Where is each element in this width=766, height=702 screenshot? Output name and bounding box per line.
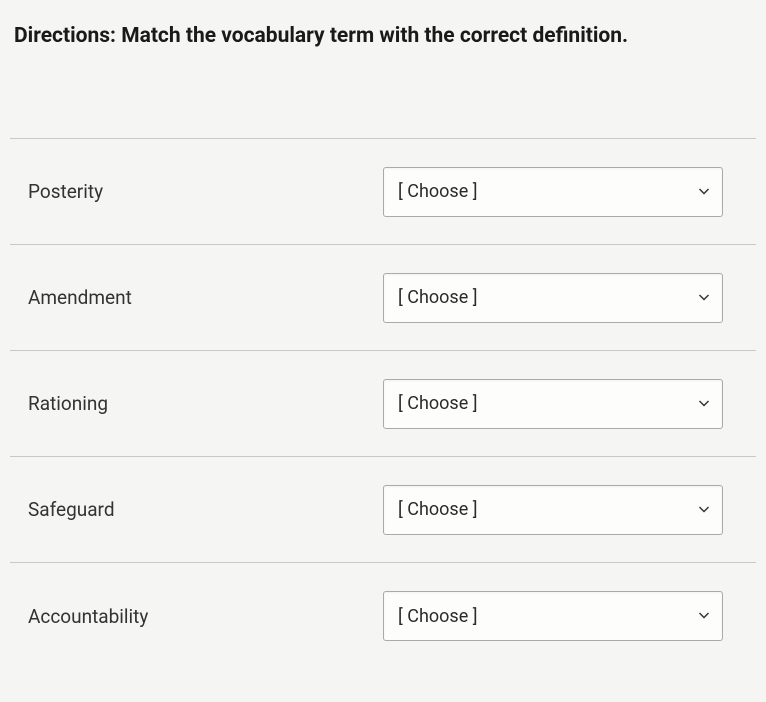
definition-dropdown[interactable]: [ Choose ] (383, 485, 723, 535)
dropdown-placeholder: [ Choose ] (398, 393, 477, 414)
match-row: Accountability [ Choose ] (10, 563, 756, 669)
select-cell: [ Choose ] (383, 379, 738, 429)
chevron-down-icon (698, 504, 710, 516)
term-label: Rationing (28, 392, 383, 415)
definition-dropdown[interactable]: [ Choose ] (383, 379, 723, 429)
dropdown-placeholder: [ Choose ] (398, 181, 477, 202)
chevron-down-icon (698, 610, 710, 622)
match-row: Amendment [ Choose ] (10, 245, 756, 351)
match-row: Posterity [ Choose ] (10, 139, 756, 245)
definition-dropdown[interactable]: [ Choose ] (383, 167, 723, 217)
term-label: Posterity (28, 180, 383, 203)
chevron-down-icon (698, 292, 710, 304)
select-cell: [ Choose ] (383, 167, 738, 217)
term-label: Accountability (28, 605, 383, 628)
select-cell: [ Choose ] (383, 485, 738, 535)
chevron-down-icon (698, 398, 710, 410)
select-cell: [ Choose ] (383, 591, 738, 641)
dropdown-placeholder: [ Choose ] (398, 287, 477, 308)
term-label: Amendment (28, 286, 383, 309)
chevron-down-icon (698, 186, 710, 198)
term-label: Safeguard (28, 498, 383, 521)
dropdown-placeholder: [ Choose ] (398, 606, 477, 627)
definition-dropdown[interactable]: [ Choose ] (383, 591, 723, 641)
match-table: Posterity [ Choose ] Amendment [ Choose … (10, 138, 756, 669)
directions-heading: Directions: Match the vocabulary term wi… (10, 24, 756, 48)
dropdown-placeholder: [ Choose ] (398, 499, 477, 520)
match-row: Safeguard [ Choose ] (10, 457, 756, 563)
match-row: Rationing [ Choose ] (10, 351, 756, 457)
definition-dropdown[interactable]: [ Choose ] (383, 273, 723, 323)
select-cell: [ Choose ] (383, 273, 738, 323)
